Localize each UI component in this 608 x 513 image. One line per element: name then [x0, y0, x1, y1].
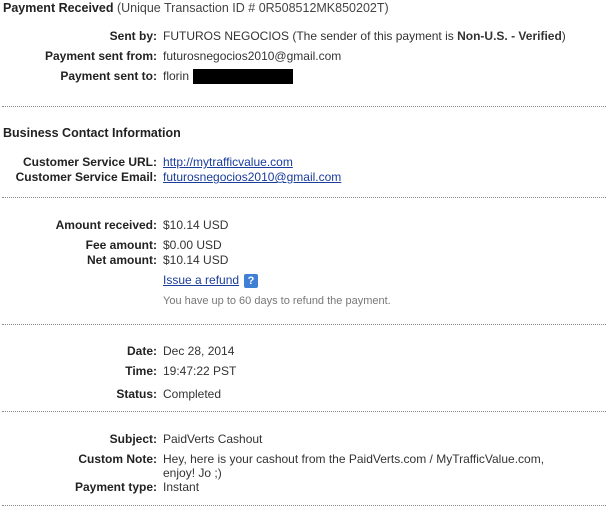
sent-from-label: Payment sent from: — [44, 49, 157, 63]
amount-received-label: Amount received: — [55, 218, 157, 232]
sender-verification: Non-U.S. - Verified — [457, 29, 562, 43]
divider — [2, 197, 606, 198]
time-value: 19:47:22 PST — [163, 364, 237, 378]
sent-by-label: Sent by: — [109, 29, 157, 43]
sent-to-value: florin — [163, 69, 190, 83]
sender-status-pre: (The sender of this payment is — [292, 29, 458, 43]
sent-to-label: Payment sent to: — [60, 69, 157, 83]
custom-note-line-2: enjoy! Jo ;) — [163, 466, 222, 480]
time-label: Time: — [125, 364, 157, 378]
divider — [2, 411, 606, 412]
net-amount-label: Net amount: — [87, 253, 157, 267]
status-label: Status: — [116, 387, 157, 401]
service-url-link[interactable]: http://mytrafficvalue.com — [163, 155, 293, 169]
page-title: Payment Received — [3, 1, 114, 15]
divider — [2, 505, 606, 506]
service-url-label: Customer Service URL: — [22, 155, 157, 169]
divider — [2, 324, 606, 325]
net-amount-value: $10.14 USD — [163, 253, 229, 267]
refund-note: You have up to 60 days to refund the pay… — [163, 295, 391, 307]
subject-label: Subject: — [109, 432, 157, 446]
payment-type-label: Payment type: — [74, 480, 157, 494]
service-email-link[interactable]: futurosnegocios2010@gmail.com — [163, 170, 341, 184]
amount-received-value: $10.14 USD — [163, 218, 229, 232]
issue-refund-link[interactable]: Issue a refund — [163, 273, 239, 287]
payment-type-value: Instant — [163, 480, 200, 494]
divider — [2, 106, 606, 107]
help-icon[interactable]: ? — [244, 274, 258, 288]
business-contact-title: Business Contact Information — [3, 126, 181, 140]
sent-from-value: futurosnegocios2010@gmail.com — [163, 49, 342, 63]
status-value: Completed — [163, 387, 222, 401]
transaction-id: (Unique Transaction ID # 0R508512MK85020… — [116, 1, 389, 15]
fee-amount-label: Fee amount: — [85, 238, 157, 252]
sender-name: FUTUROS NEGOCIOS — [163, 29, 290, 43]
sent-by-value: FUTUROS NEGOCIOS (The sender of this pay… — [163, 29, 566, 43]
service-email-label: Customer Service Email: — [15, 170, 157, 184]
custom-note-line-1: Hey, here is your cashout from the PaidV… — [163, 452, 545, 466]
subject-value: PaidVerts Cashout — [163, 432, 263, 446]
sender-status-post: ) — [561, 29, 566, 43]
custom-note-label: Custom Note: — [78, 452, 157, 466]
date-value: Dec 28, 2014 — [163, 344, 235, 358]
redaction-bar — [193, 69, 293, 84]
page-header: Payment Received (Unique Transaction ID … — [3, 1, 389, 15]
date-label: Date: — [126, 344, 157, 358]
fee-amount-value: $0.00 USD — [163, 238, 222, 252]
